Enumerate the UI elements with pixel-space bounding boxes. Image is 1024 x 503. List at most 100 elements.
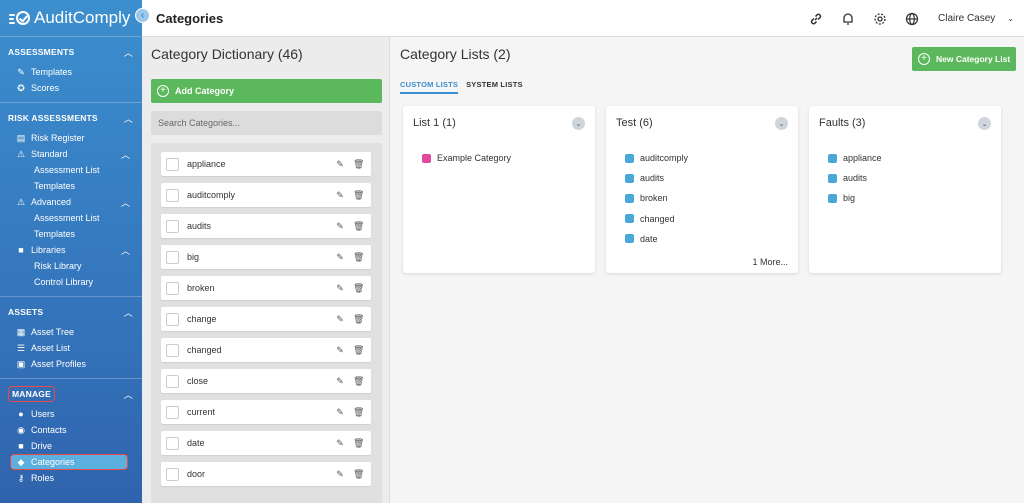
category-row[interactable]: change ✎ 🗑 <box>161 307 371 331</box>
category-list-card[interactable]: Test (6) ⌄ auditcomply audits broken changed d… <box>606 106 798 273</box>
card-item: Example Category <box>422 153 511 163</box>
trash-icon[interactable]: 🗑 <box>353 438 364 449</box>
lists-title: Category Lists (2) <box>400 46 511 62</box>
pencil-icon[interactable]: ✎ <box>335 314 345 325</box>
collapse-sidebar-button[interactable]: ‹ <box>135 8 150 23</box>
more-link[interactable]: 1 More... <box>752 257 788 267</box>
nav-categories[interactable]: ◆ Categories <box>10 454 128 470</box>
trash-icon[interactable]: 🗑 <box>353 159 364 170</box>
category-checkbox[interactable] <box>166 436 179 450</box>
chevron-down-icon[interactable]: ⌄ <box>1007 14 1014 23</box>
category-list-card[interactable]: List 1 (1) ⌄ Example Category <box>403 106 595 273</box>
nav-standard-assessment-list[interactable]: Assessment List <box>0 162 142 178</box>
nav-risk-register[interactable]: ▤ Risk Register <box>0 130 142 146</box>
color-swatch <box>422 153 431 163</box>
brand-name: AuditComply <box>34 8 131 27</box>
add-category-button[interactable]: + Add Category <box>151 79 382 103</box>
category-name: door <box>187 469 206 479</box>
contacts-icon: ◉ <box>17 424 25 435</box>
category-row[interactable]: changed ✎ 🗑 <box>161 338 371 362</box>
trash-icon[interactable]: 🗑 <box>353 376 364 387</box>
id-card-icon: ▣ <box>16 358 26 369</box>
nav-standard[interactable]: ⚠ Standard ︿ <box>0 146 142 162</box>
category-row[interactable]: audits ✎ 🗑 <box>161 214 371 238</box>
nav-advanced-assessment-list[interactable]: Assessment List <box>0 210 142 226</box>
category-checkbox[interactable] <box>166 250 179 264</box>
section-heading[interactable]: RISK ASSESSMENTS ︿ <box>0 110 142 126</box>
category-row[interactable]: auditcomply ✎ 🗑 <box>161 183 371 207</box>
trash-icon[interactable]: 🗑 <box>353 345 364 356</box>
trash-icon[interactable]: 🗑 <box>353 221 364 232</box>
nav-label: Risk Register <box>31 133 85 143</box>
user-menu[interactable]: Claire Casey <box>938 13 995 24</box>
nav-libraries[interactable]: ■ Libraries ︿ <box>0 242 142 258</box>
category-row[interactable]: door ✎ 🗑 <box>161 462 371 486</box>
nav-advanced[interactable]: ⚠ Advanced ︿ <box>0 194 142 210</box>
list-tabs: CUSTOM LISTS SYSTEM LISTS <box>400 80 531 94</box>
pencil-icon[interactable]: ✎ <box>335 407 345 418</box>
tab-custom-lists[interactable]: CUSTOM LISTS <box>400 80 459 94</box>
nav-roles[interactable]: ⚷ Roles <box>0 470 142 486</box>
nav-control-library[interactable]: Control Library <box>0 274 142 290</box>
pencil-icon[interactable]: ✎ <box>335 159 345 170</box>
category-checkbox[interactable] <box>166 405 179 419</box>
nav-advanced-templates[interactable]: Templates <box>0 226 142 242</box>
nav-asset-profiles[interactable]: ▣ Asset Profiles <box>0 356 142 372</box>
pencil-icon[interactable]: ✎ <box>335 376 345 387</box>
trash-icon[interactable]: 🗑 <box>353 252 364 263</box>
card-item: changed <box>625 214 688 224</box>
pencil-icon[interactable]: ✎ <box>335 469 345 480</box>
link-icon[interactable] <box>808 11 824 27</box>
globe-icon[interactable] <box>904 11 920 27</box>
nav-standard-templates[interactable]: Templates <box>0 178 142 194</box>
pencil-icon[interactable]: ✎ <box>335 252 345 263</box>
nav-templates[interactable]: ✎ Templates <box>0 64 142 80</box>
section-heading[interactable]: ASSESSMENTS ︿ <box>0 44 142 60</box>
category-checkbox[interactable] <box>166 219 179 233</box>
category-list-card[interactable]: Faults (3) ⌄ appliance audits big <box>809 106 1001 273</box>
category-checkbox[interactable] <box>166 281 179 295</box>
section-heading[interactable]: ASSETS ︿ <box>0 304 142 320</box>
card-item-label: appliance <box>843 153 882 163</box>
trash-icon[interactable]: 🗑 <box>353 407 364 418</box>
nav-risk-library[interactable]: Risk Library <box>0 258 142 274</box>
nav-scores[interactable]: ✪ Scores <box>0 80 142 96</box>
category-checkbox[interactable] <box>166 157 179 171</box>
category-checkbox[interactable] <box>166 374 179 388</box>
nav-users[interactable]: ● Users <box>0 406 142 422</box>
trash-icon[interactable]: 🗑 <box>353 283 364 294</box>
section-heading[interactable]: MANAGE ︿ <box>0 386 142 402</box>
trash-icon[interactable]: 🗑 <box>353 314 364 325</box>
category-row[interactable]: big ✎ 🗑 <box>161 245 371 269</box>
category-checkbox[interactable] <box>166 467 179 481</box>
brand[interactable]: AuditComply <box>0 0 142 36</box>
nav-asset-tree[interactable]: ▦ Asset Tree <box>0 324 142 340</box>
nav-drive[interactable]: ■ Drive <box>0 438 142 454</box>
pencil-icon[interactable]: ✎ <box>335 283 345 294</box>
category-row[interactable]: date ✎ 🗑 <box>161 431 371 455</box>
category-checkbox[interactable] <box>166 188 179 202</box>
chevron-down-icon[interactable]: ⌄ <box>775 117 788 130</box>
pencil-icon[interactable]: ✎ <box>335 221 345 232</box>
bell-icon[interactable] <box>840 11 856 27</box>
category-row[interactable]: broken ✎ 🗑 <box>161 276 371 300</box>
category-row[interactable]: close ✎ 🗑 <box>161 369 371 393</box>
trash-icon[interactable]: 🗑 <box>353 190 364 201</box>
chevron-down-icon[interactable]: ⌄ <box>978 117 991 130</box>
new-category-list-button[interactable]: + New Category List <box>912 47 1016 71</box>
category-row[interactable]: appliance ✎ 🗑 <box>161 152 371 176</box>
gear-icon[interactable] <box>872 11 888 27</box>
pencil-icon[interactable]: ✎ <box>335 438 345 449</box>
search-categories-input[interactable] <box>151 111 382 135</box>
nav-asset-list[interactable]: ☰ Asset List <box>0 340 142 356</box>
pencil-icon[interactable]: ✎ <box>335 190 345 201</box>
card-title: List 1 (1) <box>413 117 456 129</box>
category-checkbox[interactable] <box>166 343 179 357</box>
tab-system-lists[interactable]: SYSTEM LISTS <box>466 80 523 94</box>
trash-icon[interactable]: 🗑 <box>353 469 364 480</box>
nav-contacts[interactable]: ◉ Contacts <box>0 422 142 438</box>
chevron-down-icon[interactable]: ⌄ <box>572 117 585 130</box>
category-checkbox[interactable] <box>166 312 179 326</box>
pencil-icon[interactable]: ✎ <box>335 345 345 356</box>
category-row[interactable]: current ✎ 🗑 <box>161 400 371 424</box>
